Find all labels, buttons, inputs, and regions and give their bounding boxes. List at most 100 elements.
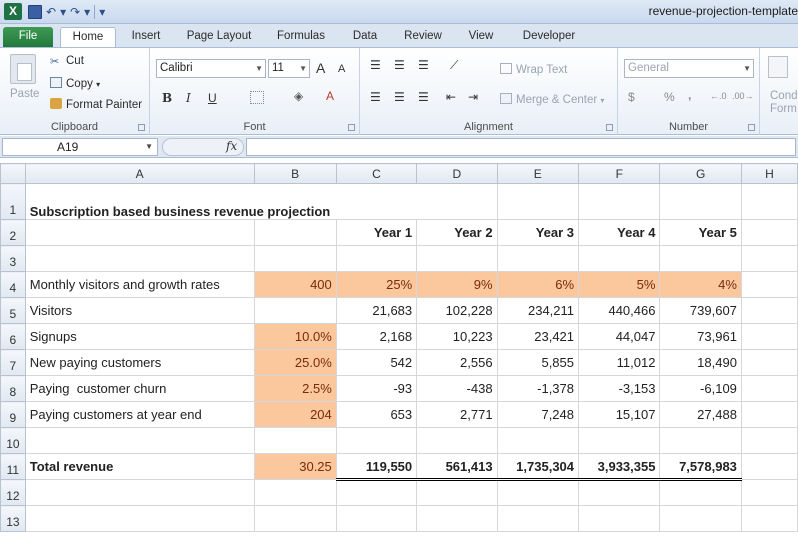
cell-e2[interactable]: Year 3 <box>496 219 580 246</box>
align-center-icon[interactable]: ☰ <box>394 90 405 104</box>
cell-d2[interactable]: Year 2 <box>416 219 498 246</box>
column-header-f[interactable]: F <box>578 163 661 184</box>
cell-a2[interactable] <box>24 219 255 246</box>
copy-button[interactable]: Copy ▾ <box>50 77 100 90</box>
cell-f7[interactable]: 11,012 <box>578 349 661 376</box>
cell-b8[interactable]: 2.5% <box>253 375 337 402</box>
cell-d3[interactable] <box>416 245 498 272</box>
cell-e8[interactable]: -1,378 <box>496 375 580 402</box>
cell-c3[interactable] <box>335 245 418 272</box>
cell-c2[interactable]: Year 1 <box>335 219 418 246</box>
cell-g10[interactable] <box>659 427 742 454</box>
column-header-a[interactable]: A <box>24 163 255 184</box>
cell-d12[interactable] <box>416 479 498 506</box>
cell-b12[interactable] <box>253 479 337 506</box>
tab-home[interactable]: Home <box>60 27 116 48</box>
tab-insert[interactable]: Insert <box>122 27 170 47</box>
cell-h4[interactable] <box>740 271 798 298</box>
row-header-7[interactable]: 7 <box>0 349 26 376</box>
cell-e1[interactable] <box>496 183 580 220</box>
cell-c8[interactable]: -93 <box>335 375 418 402</box>
column-header-g[interactable]: G <box>659 163 742 184</box>
cell-b6[interactable]: 10.0% <box>253 323 337 350</box>
decrease-decimal-icon[interactable]: .00→ <box>732 91 754 101</box>
cell-d5[interactable]: 102,228 <box>416 297 498 324</box>
cell-a4[interactable]: Monthly visitors and growth rates <box>24 271 255 298</box>
column-header-c[interactable]: C <box>335 163 418 184</box>
undo-icon[interactable]: ↶ <box>46 3 56 21</box>
alignment-dialog-launcher[interactable] <box>606 124 613 131</box>
cell-h11[interactable] <box>740 453 798 480</box>
cell-c12[interactable] <box>335 479 418 506</box>
fill-color-icon[interactable]: ◈ <box>294 89 303 103</box>
bold-button[interactable]: B <box>162 91 172 105</box>
row-header-5[interactable]: 5 <box>0 297 26 324</box>
cell-h5[interactable] <box>740 297 798 324</box>
shrink-font-button[interactable]: A <box>338 63 345 75</box>
number-format-select[interactable]: General ▼ <box>624 59 754 78</box>
currency-icon[interactable]: $ <box>628 90 635 104</box>
conditional-formatting-label-2[interactable]: Form <box>770 103 797 115</box>
number-dialog-launcher[interactable] <box>748 124 755 131</box>
cell-c7[interactable]: 542 <box>335 349 418 376</box>
row-header-8[interactable]: 8 <box>0 375 26 402</box>
tab-developer[interactable]: Developer <box>512 27 586 47</box>
redo-dropdown-icon[interactable]: ▾ <box>84 3 90 21</box>
row-header-6[interactable]: 6 <box>0 323 26 350</box>
cell-a10[interactable] <box>24 427 255 454</box>
insert-function-icon[interactable]: fx <box>226 139 237 153</box>
conditional-formatting-icon[interactable] <box>768 56 788 78</box>
cell-h10[interactable] <box>740 427 798 454</box>
cell-f4[interactable]: 5% <box>578 271 661 298</box>
cell-d8[interactable]: -438 <box>416 375 498 402</box>
row-header-9[interactable]: 9 <box>0 401 26 428</box>
cell-f13[interactable] <box>578 505 661 532</box>
font-color-icon[interactable]: A <box>326 89 334 103</box>
cell-g11[interactable]: 7,578,983 <box>659 453 742 481</box>
cell-e3[interactable] <box>496 245 580 272</box>
cell-f8[interactable]: -3,153 <box>578 375 661 402</box>
cell-a11[interactable]: Total revenue <box>24 453 255 480</box>
increase-decimal-icon[interactable]: ←.0 <box>710 91 727 101</box>
cell-g8[interactable]: -6,109 <box>659 375 742 402</box>
row-header-11[interactable]: 11 <box>0 453 26 480</box>
cell-e9[interactable]: 7,248 <box>496 401 580 428</box>
cell-c6[interactable]: 2,168 <box>335 323 418 350</box>
cell-g7[interactable]: 18,490 <box>659 349 742 376</box>
cell-h3[interactable] <box>740 245 798 272</box>
cell-g13[interactable] <box>659 505 742 532</box>
cell-e11[interactable]: 1,735,304 <box>496 453 580 481</box>
cell-d11[interactable]: 561,413 <box>416 453 498 481</box>
cell-f11[interactable]: 3,933,355 <box>578 453 661 481</box>
cell-e10[interactable] <box>496 427 580 454</box>
cell-a12[interactable] <box>24 479 255 506</box>
paste-button[interactable]: Paste <box>10 88 39 100</box>
column-header-e[interactable]: E <box>496 163 580 184</box>
cell-c13[interactable] <box>335 505 418 532</box>
font-dialog-launcher[interactable] <box>348 124 355 131</box>
cell-h13[interactable] <box>740 505 798 532</box>
cell-d13[interactable] <box>416 505 498 532</box>
underline-button[interactable]: U <box>208 91 217 105</box>
paste-icon[interactable] <box>10 54 36 84</box>
cell-a5[interactable]: Visitors <box>24 297 255 324</box>
column-header-h[interactable]: H <box>740 163 798 184</box>
cell-d9[interactable]: 2,771 <box>416 401 498 428</box>
cell-a13[interactable] <box>24 505 255 532</box>
cell-e13[interactable] <box>496 505 580 532</box>
cell-h12[interactable] <box>740 479 798 506</box>
middle-align-icon[interactable]: ☰ <box>394 58 405 72</box>
clipboard-dialog-launcher[interactable] <box>138 124 145 131</box>
cell-g1[interactable] <box>659 183 742 220</box>
cell-h7[interactable] <box>740 349 798 376</box>
cell-h9[interactable] <box>740 401 798 428</box>
percent-icon[interactable]: % <box>664 90 675 104</box>
cell-d6[interactable]: 10,223 <box>416 323 498 350</box>
cell-f10[interactable] <box>578 427 661 454</box>
cell-g4[interactable]: 4% <box>659 271 742 298</box>
formula-input[interactable] <box>246 138 796 156</box>
merge-center-button[interactable]: Merge & Center ▾ <box>500 93 604 106</box>
italic-button[interactable]: I <box>186 91 191 105</box>
customize-qat-icon[interactable]: ▾ <box>99 3 105 21</box>
cell-g12[interactable] <box>659 479 742 506</box>
